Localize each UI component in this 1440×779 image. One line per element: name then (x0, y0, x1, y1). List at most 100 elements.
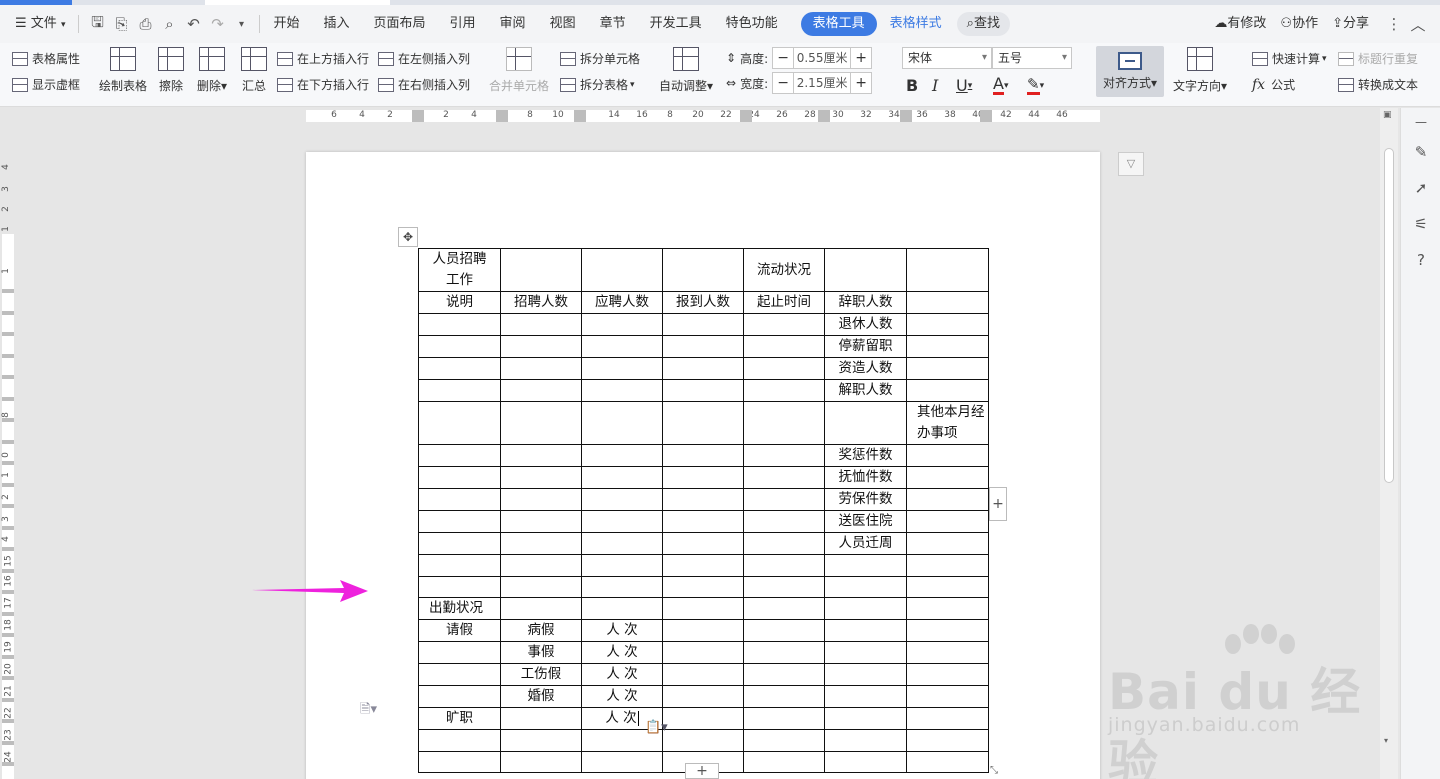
insert-row-above-button[interactable]: 在上方插入行 (277, 50, 369, 67)
ruler-row-marker[interactable] (2, 461, 14, 465)
table-properties-button[interactable]: 表格属性 (12, 50, 80, 67)
undo-icon[interactable]: ↶ (181, 12, 205, 36)
tab-insert[interactable]: 插入 (317, 12, 357, 36)
table-cell[interactable] (743, 750, 825, 773)
vertical-ruler[interactable]: 4 3 2 1 1 8 0 1 2 3 4 15 16 17 18 19 20 21 22 23 24 (0, 124, 16, 779)
table-cell[interactable] (743, 729, 825, 752)
ruler-column-marker[interactable] (574, 110, 586, 122)
table-cell[interactable]: 解职人数 (824, 379, 907, 402)
table-cell[interactable] (418, 488, 501, 511)
text-direction-button[interactable]: 文字方向▾ (1173, 47, 1227, 94)
table-cell[interactable] (418, 663, 501, 686)
erase-button[interactable]: 擦除 (158, 47, 184, 94)
table-cell[interactable] (662, 729, 744, 752)
ruler-column-marker[interactable] (900, 110, 912, 122)
table-cell[interactable] (662, 335, 744, 358)
table-cell[interactable] (824, 401, 907, 445)
settings-sliders-icon[interactable]: ⚟ (1411, 214, 1431, 234)
print-icon[interactable]: ⎙ (133, 12, 157, 36)
draw-table-button[interactable]: 绘制表格 (99, 47, 147, 94)
table-cell[interactable] (418, 444, 501, 467)
split-cells-button[interactable]: 拆分单元格 (560, 50, 640, 67)
table-cell[interactable]: 资造人数 (824, 357, 907, 380)
table-cell[interactable] (418, 466, 501, 489)
table-cell[interactable] (581, 444, 663, 467)
table-cell[interactable] (500, 554, 582, 577)
search-button[interactable]: ⌕查找 (956, 12, 1010, 36)
repeat-header-button[interactable]: 标题行重复 (1338, 50, 1418, 67)
table-cell[interactable] (906, 707, 989, 730)
table-cell[interactable]: 应聘人数 (581, 291, 663, 314)
document-options-icon[interactable]: 🗎▾ (360, 700, 377, 722)
tab-start[interactable]: 开始 (266, 12, 306, 36)
table-cell[interactable]: 旷职 (418, 707, 501, 730)
changes-button[interactable]: ☁有修改 (1207, 12, 1273, 36)
table-cell[interactable] (418, 335, 501, 358)
table-cell[interactable] (662, 466, 744, 489)
tab-developer[interactable]: 开发工具 (643, 12, 709, 36)
table-cell[interactable]: 起止时间 (743, 291, 825, 314)
table-cell[interactable] (581, 532, 663, 555)
table-cell[interactable] (743, 444, 825, 467)
cursor-select-icon[interactable]: ➚ (1411, 178, 1431, 198)
table-cell[interactable] (743, 597, 825, 620)
table-cell[interactable] (662, 357, 744, 380)
save-icon[interactable]: 🖫 (85, 12, 109, 36)
table-cell[interactable] (662, 554, 744, 577)
customize-chevron-icon[interactable]: ▾ (229, 12, 253, 36)
alignment-button[interactable]: 对齐方式▾ (1096, 46, 1164, 97)
table-cell[interactable] (581, 357, 663, 380)
ruler-row-marker[interactable] (2, 611, 14, 616)
table-cell[interactable] (418, 379, 501, 402)
vertical-scrollbar[interactable]: ▣ ▾ (1380, 108, 1398, 779)
ruler-row-marker[interactable] (2, 375, 14, 379)
table-cell[interactable]: 人 次 (581, 619, 663, 642)
table-cell[interactable]: 奖惩件数 (824, 444, 907, 467)
collab-button[interactable]: ⚇协作 (1273, 12, 1325, 36)
clipboard-icon[interactable]: ⎘ (109, 12, 133, 36)
table-cell[interactable]: 人 次 (581, 663, 663, 686)
width-input[interactable]: 2.15厘米 (793, 73, 852, 93)
table-cell[interactable]: 送医住院 (824, 510, 907, 533)
table-cell[interactable]: 人 次 (581, 685, 663, 708)
formula-button[interactable]: fx 公式 (1252, 76, 1295, 93)
ruler-row-marker[interactable] (2, 525, 14, 530)
table-cell[interactable]: 辞职人数 (824, 291, 907, 314)
table-cell[interactable] (500, 488, 582, 511)
table-cell[interactable] (662, 313, 744, 336)
table-cell[interactable] (418, 532, 501, 555)
bold-button[interactable]: B (906, 76, 918, 95)
table-cell[interactable] (662, 619, 744, 642)
table-cell[interactable] (662, 488, 744, 511)
table-cell[interactable] (418, 510, 501, 533)
table-cell[interactable] (500, 729, 582, 752)
ruler-row-marker[interactable] (2, 482, 14, 487)
table-cell[interactable] (418, 575, 501, 598)
table-cell[interactable] (906, 510, 989, 533)
insert-col-right-button[interactable]: 在右侧插入列 (378, 76, 470, 93)
width-decrease-button[interactable]: − (773, 73, 793, 93)
ruler-row-marker[interactable] (2, 310, 14, 315)
quick-calc-button[interactable]: 快速计算 ▾ (1252, 50, 1327, 67)
tab-table-tools[interactable]: 表格工具 (800, 12, 877, 36)
table-cell[interactable] (824, 597, 907, 620)
ruler-row-marker[interactable] (2, 697, 14, 702)
table-cell[interactable] (662, 510, 744, 533)
ruler-row-marker[interactable] (2, 740, 14, 745)
table-cell[interactable]: 停薪留职 (824, 335, 907, 358)
table-cell[interactable] (500, 707, 582, 730)
table-cell[interactable] (824, 729, 907, 752)
table-cell[interactable]: 出勤状况 (418, 597, 501, 620)
table-cell[interactable] (581, 510, 663, 533)
ruler-row-marker[interactable] (2, 762, 14, 766)
table-cell[interactable] (662, 597, 744, 620)
table-cell[interactable]: 报到人数 (662, 291, 744, 314)
ruler-column-marker[interactable] (980, 110, 992, 122)
table-cell[interactable] (581, 313, 663, 336)
table-move-handle-icon[interactable]: ✥ (398, 227, 418, 247)
table-cell[interactable] (662, 685, 744, 708)
table-cell[interactable]: 其他本月经办事项 (906, 401, 989, 445)
table-cell[interactable]: 请假 (418, 619, 501, 642)
table-cell[interactable] (418, 313, 501, 336)
table-cell[interactable] (500, 575, 582, 598)
